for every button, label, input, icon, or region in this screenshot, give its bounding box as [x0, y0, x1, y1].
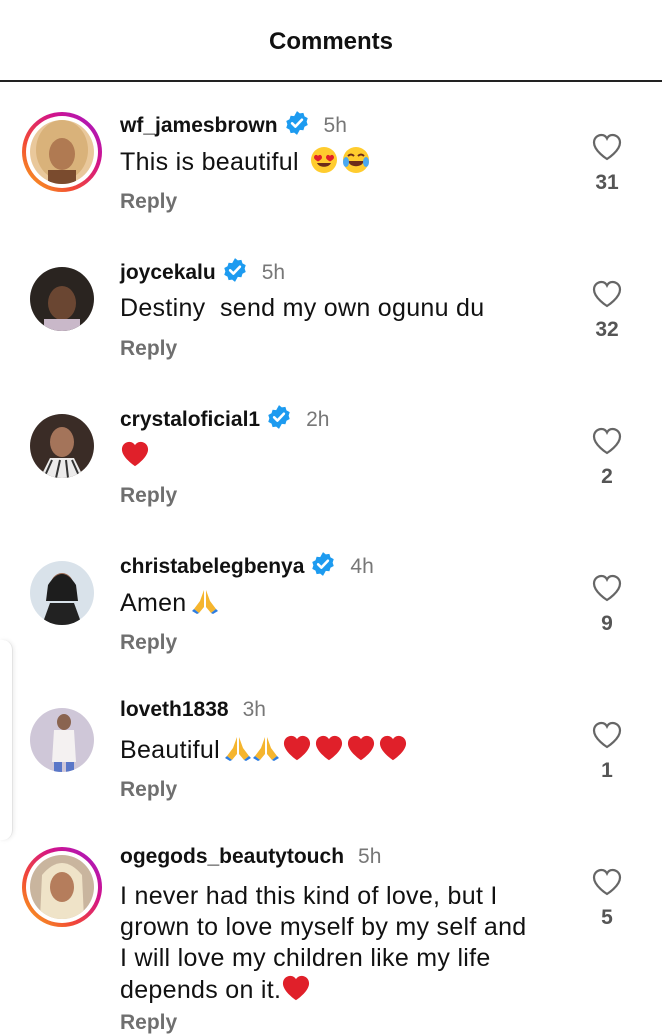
- joy-emoji-icon: [342, 146, 370, 182]
- heart-outline-icon[interactable]: [591, 279, 623, 309]
- red-heart-emoji-icon: [120, 440, 150, 476]
- red-heart-emoji-icon: [281, 974, 311, 1010]
- comment-text-block: [120, 440, 540, 476]
- red-heart-emoji-icon: [314, 734, 344, 770]
- avatar[interactable]: [22, 406, 102, 486]
- folded-hands-emoji-icon: [191, 587, 219, 623]
- red-heart-emoji-icon: [282, 734, 312, 770]
- page-title: Comments: [268, 28, 394, 55]
- username[interactable]: crystaloficial1: [120, 408, 260, 431]
- comment-time: 3h: [242, 698, 266, 721]
- comment-item: joycekalu 5h Destiny send my own ogunu du…: [0, 229, 662, 376]
- like-control: 31: [590, 132, 624, 195]
- red-heart-emoji-icon: [378, 734, 408, 770]
- username[interactable]: wf_jamesbrown: [120, 114, 278, 137]
- like-control: 5: [590, 867, 624, 930]
- comment-meta: joycekalu 5h: [120, 257, 285, 289]
- comment-text-block: Amen: [120, 587, 540, 623]
- folded-hands-emoji-icon: [224, 734, 252, 770]
- comment-text: Amen: [120, 589, 187, 617]
- like-count: 1: [601, 759, 613, 782]
- comment-text: This is beautiful: [120, 148, 299, 176]
- reply-button[interactable]: Reply: [120, 1011, 177, 1035]
- comment-text: I never had this kind of love, but I gro…: [120, 882, 527, 1004]
- verified-badge-icon: [222, 257, 248, 289]
- comment-item: christabelegbenya 4h Amen Reply 9: [0, 523, 662, 670]
- comment-text-block: I never had this kind of love, but I gro…: [120, 881, 540, 1010]
- comment-meta: crystaloficial1 2h: [120, 404, 329, 436]
- like-control: 2: [590, 426, 624, 489]
- avatar-image: [30, 414, 94, 478]
- avatar-image: [30, 120, 94, 184]
- comment-text-block: This is beautiful: [120, 146, 540, 182]
- reply-button[interactable]: Reply: [120, 631, 177, 655]
- comment-item: ogegods_beautytouch 5h I never had this k…: [0, 817, 662, 1034]
- like-count: 31: [595, 171, 619, 194]
- reply-button[interactable]: Reply: [120, 337, 177, 361]
- like-count: 9: [601, 612, 613, 635]
- verified-badge-icon: [284, 110, 310, 142]
- folded-hands-emoji-icon: [252, 734, 280, 770]
- like-control: 32: [590, 279, 624, 342]
- avatar[interactable]: [22, 700, 102, 780]
- heart-outline-icon[interactable]: [591, 720, 623, 750]
- comment-meta: wf_jamesbrown 5h: [120, 110, 347, 142]
- comment-item: wf_jamesbrown 5h This is beautiful Reply …: [0, 82, 662, 229]
- avatar-image: [30, 855, 94, 919]
- avatar[interactable]: [22, 553, 102, 633]
- avatar-image: [30, 267, 94, 331]
- reply-button[interactable]: Reply: [120, 190, 177, 214]
- verified-badge-icon: [310, 551, 336, 583]
- comment-time: 5h: [358, 845, 382, 868]
- comment-meta: christabelegbenya 4h: [120, 551, 374, 583]
- heart-outline-icon[interactable]: [591, 867, 623, 897]
- comment-time: 5h: [261, 261, 286, 284]
- username[interactable]: joycekalu: [120, 261, 216, 284]
- avatar-image: [30, 708, 94, 772]
- comment-time: 5h: [323, 114, 347, 137]
- like-count: 2: [601, 465, 613, 488]
- comment-item: crystaloficial1 2h Reply 2: [0, 376, 662, 523]
- reply-button[interactable]: Reply: [120, 484, 177, 508]
- like-count: 32: [595, 318, 619, 341]
- like-control: 9: [590, 573, 624, 636]
- comment-meta: loveth1838 3h: [120, 698, 266, 722]
- reply-button[interactable]: Reply: [120, 778, 177, 802]
- heart-outline-icon[interactable]: [591, 132, 623, 162]
- username[interactable]: christabelegbenya: [120, 555, 304, 578]
- like-count: 5: [601, 906, 613, 929]
- avatar-image: [30, 561, 94, 625]
- heart-outline-icon[interactable]: [591, 426, 623, 456]
- comment-meta: ogegods_beautytouch 5h: [120, 845, 381, 869]
- username[interactable]: loveth1838: [120, 698, 229, 721]
- comments-header: Comments: [0, 0, 662, 82]
- avatar[interactable]: [22, 112, 102, 192]
- comment-time: 2h: [306, 408, 330, 431]
- red-heart-emoji-icon: [346, 734, 376, 770]
- comment-text: Beautiful: [120, 736, 220, 764]
- heart-eyes-emoji-icon: [310, 146, 338, 182]
- comment-text: Destiny send my own ogunu du: [120, 294, 485, 322]
- heart-outline-icon[interactable]: [591, 573, 623, 603]
- avatar[interactable]: [22, 847, 102, 927]
- verified-badge-icon: [266, 404, 292, 436]
- avatar[interactable]: [22, 259, 102, 339]
- comment-text-block: Destiny send my own ogunu du: [120, 293, 540, 324]
- comment-time: 4h: [350, 555, 374, 578]
- comment-text-block: Beautiful: [120, 734, 540, 770]
- username[interactable]: ogegods_beautytouch: [120, 845, 344, 868]
- like-control: 1: [590, 720, 624, 783]
- comment-item: loveth1838 3h Beautiful Reply 1: [0, 670, 662, 817]
